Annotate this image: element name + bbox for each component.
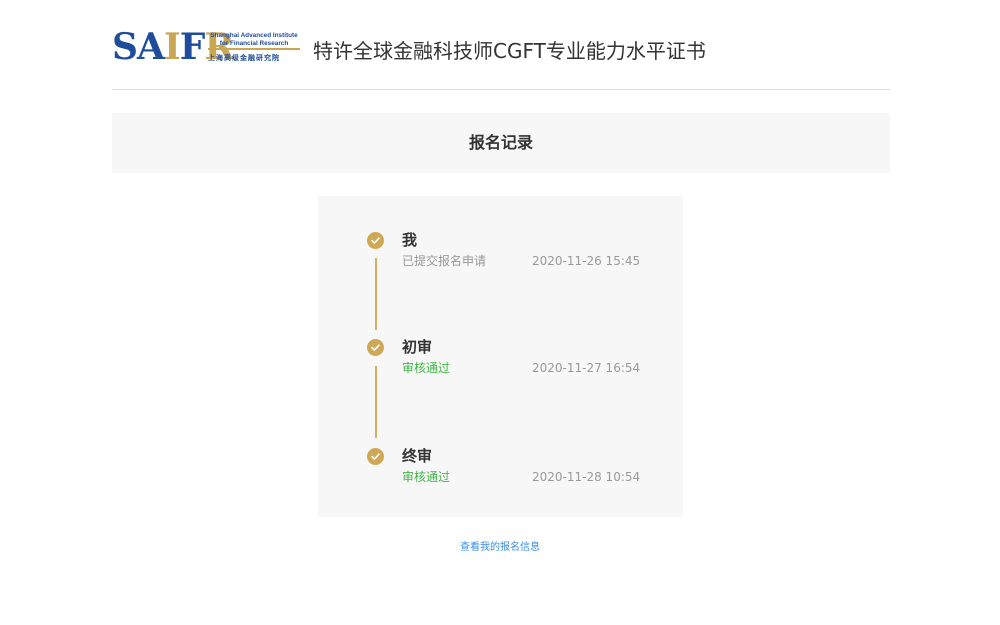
step-time: 2020-11-28 10:54 — [532, 470, 641, 484]
section-title: 报名记录 — [468, 133, 533, 152]
step-name: 终审 — [402, 447, 433, 465]
logo-letter-f: F — [179, 26, 206, 68]
step-time: 2020-11-27 16:54 — [532, 361, 641, 375]
section-header: 报名记录 — [112, 113, 890, 173]
check-circle-icon — [367, 232, 384, 249]
check-circle-icon — [367, 339, 384, 356]
timeline-step-final-review: 终审 审核通过 2020-11-28 10:54 — [318, 412, 683, 484]
registration-timeline: 我 已提交报名申请 2020-11-26 15:45 初审 审核通过 2020-… — [318, 196, 683, 517]
step-status: 审核通过 — [402, 470, 451, 484]
timeline-step-initial-review: 初审 审核通过 2020-11-27 16:54 — [318, 303, 683, 375]
saifr-logo[interactable]: SAIFR Shanghai Advanced Institute for Fi… — [112, 28, 300, 66]
logo-english-name: Shanghai Advanced Institute for Financia… — [208, 32, 300, 50]
step-name: 初审 — [402, 338, 433, 356]
page-header: SAIFR Shanghai Advanced Institute for Fi… — [112, 28, 890, 90]
logo-en-line1: Shanghai Advanced Institute — [210, 32, 298, 39]
logo-chinese-name: 上海高级金融研究院 — [208, 54, 280, 62]
logo-letter-a: A — [137, 26, 165, 68]
page-title: 特许全球金融科技师CGFT专业能力水平证书 — [313, 39, 706, 63]
logo-letter-s: S — [112, 26, 138, 68]
step-time: 2020-11-26 15:45 — [532, 254, 641, 268]
timeline-step-submitted: 我 已提交报名申请 2020-11-26 15:45 — [318, 196, 683, 268]
view-my-registration-link[interactable]: 查看我的报名信息 — [0, 541, 1000, 555]
step-name: 我 — [402, 231, 418, 249]
check-circle-icon — [367, 448, 384, 465]
step-status: 已提交报名申请 — [402, 254, 487, 268]
logo-en-line2: for Financial Research — [219, 39, 289, 47]
logo-letter-i: I — [163, 26, 181, 68]
step-status: 审核通过 — [402, 361, 451, 375]
